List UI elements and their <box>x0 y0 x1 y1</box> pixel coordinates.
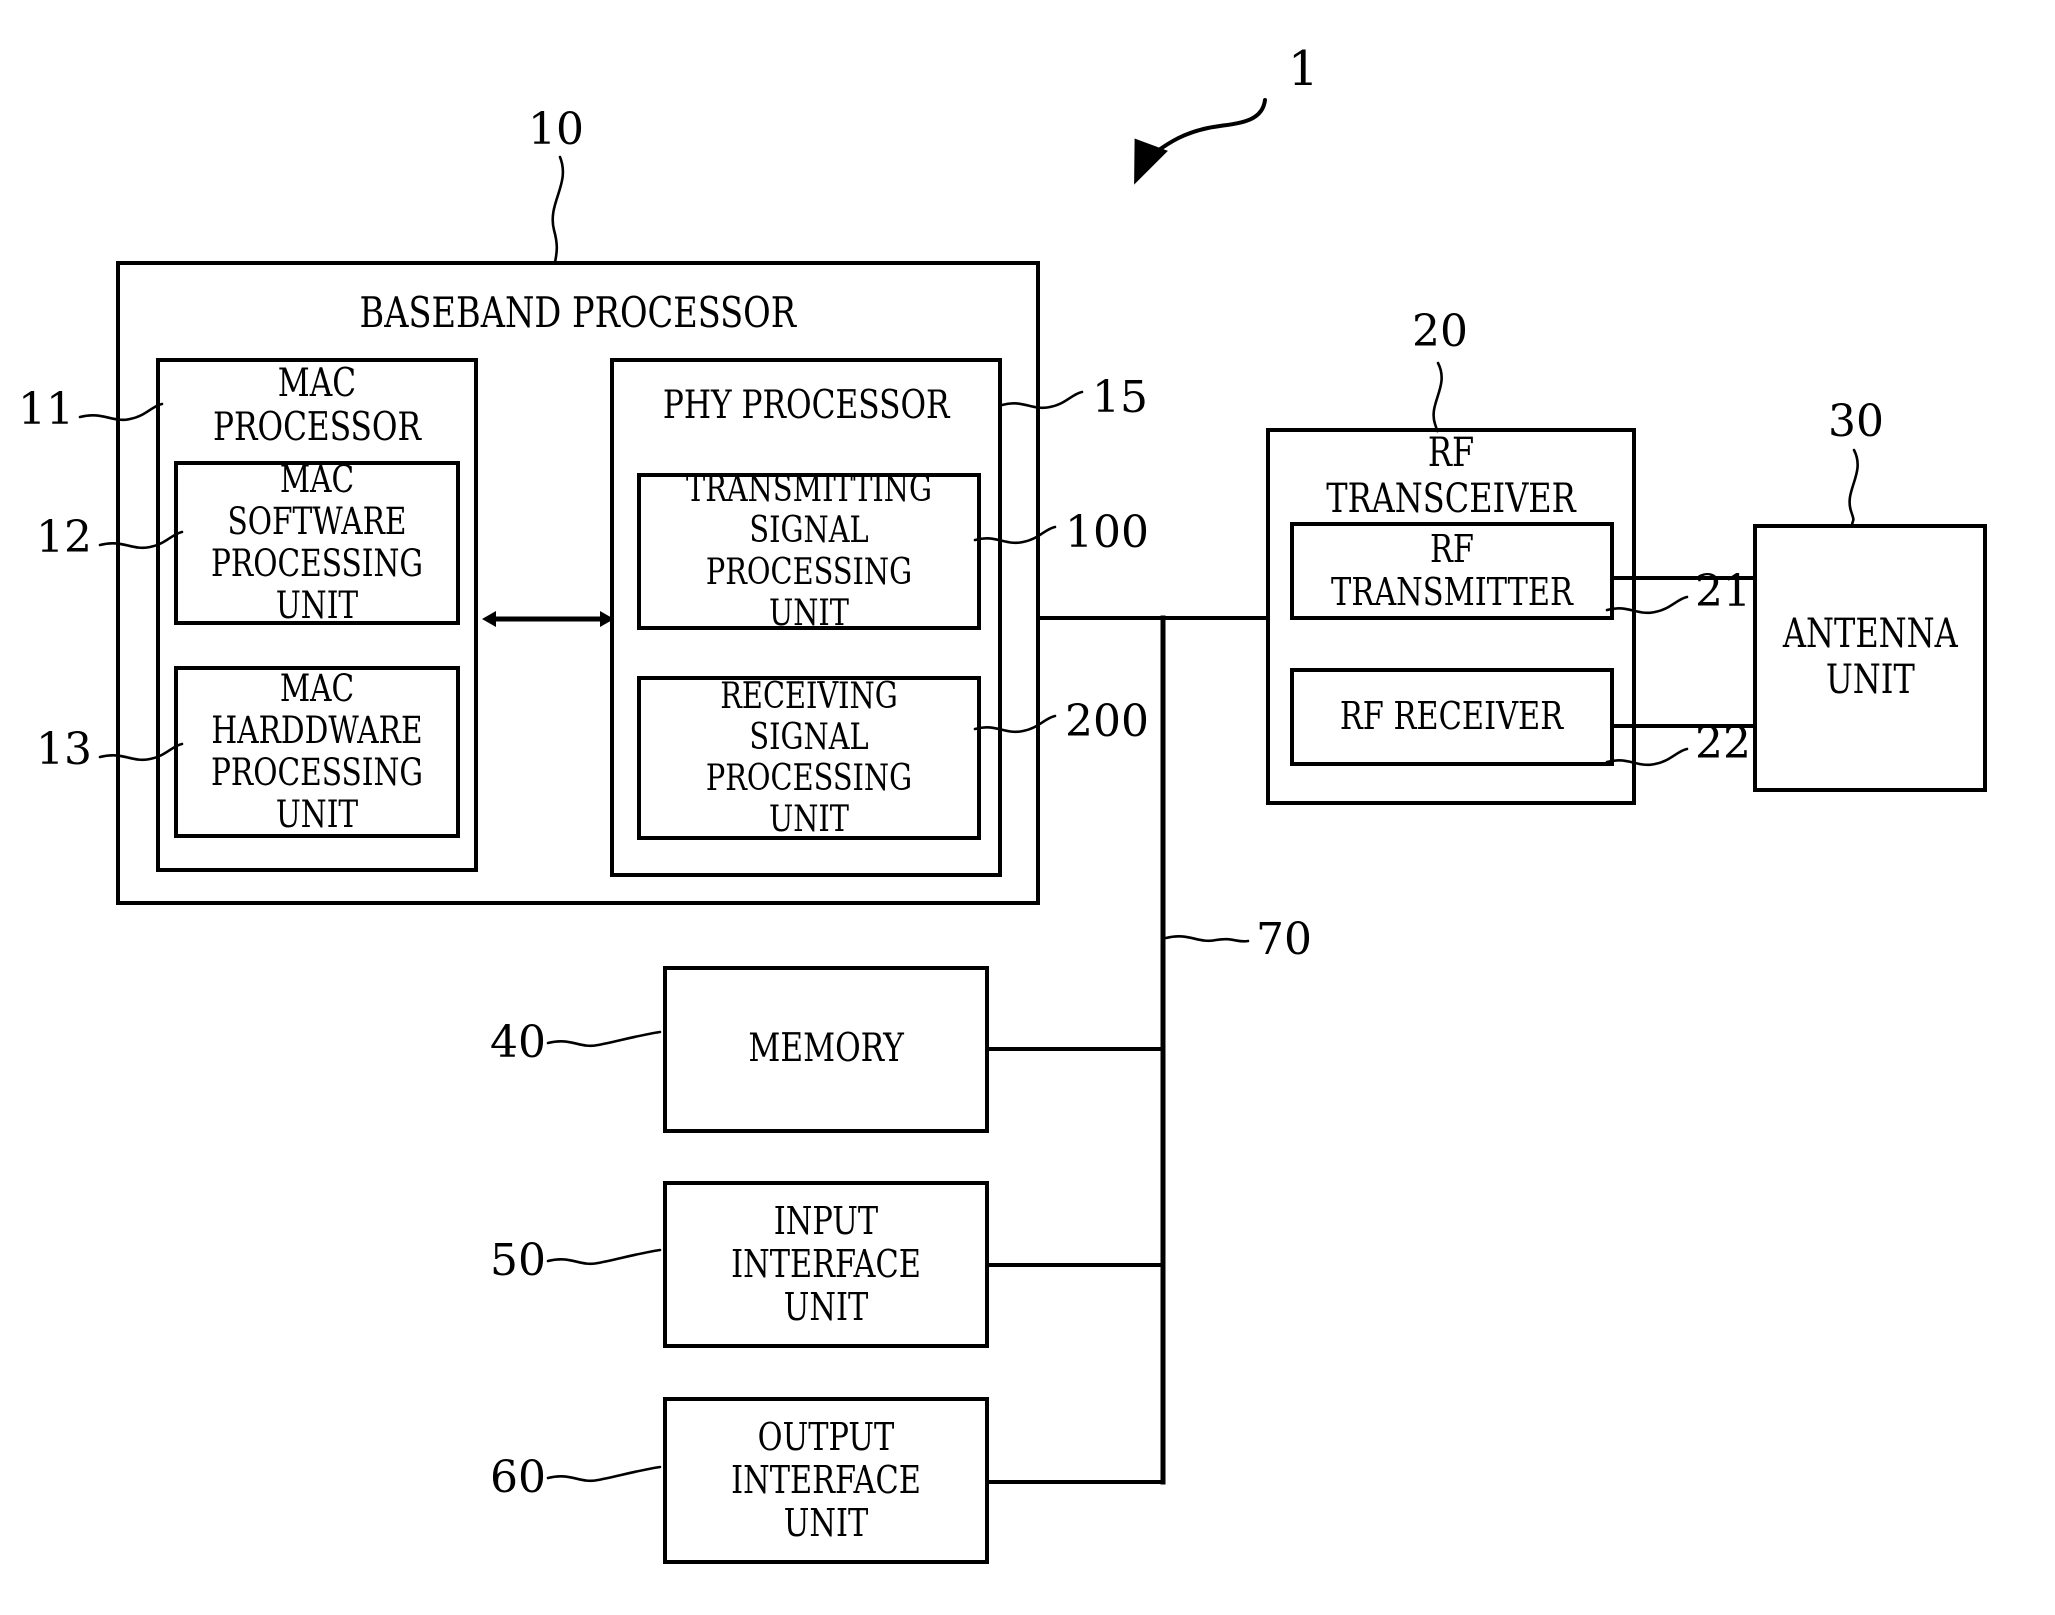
leader-30 <box>1848 448 1859 527</box>
rf-transmitter-box <box>1290 522 1614 620</box>
leader-21 <box>1605 595 1689 615</box>
mac-software-processing-unit-box <box>174 461 460 625</box>
leader-20 <box>1432 361 1443 433</box>
mac-processor-box <box>156 358 478 872</box>
leader-60 <box>546 1465 662 1483</box>
leader-50 <box>546 1248 662 1266</box>
leader-200 <box>973 714 1057 734</box>
antenna-unit-box <box>1753 524 1987 792</box>
rf-receiver-box <box>1290 668 1614 766</box>
patent-figure-canvas: 1 10 BASEBAND PROCESSOR 11 MAC PROCESSOR… <box>0 0 2055 1615</box>
leader-22 <box>1605 747 1689 767</box>
diagram-line-art <box>78 98 1987 1564</box>
leader-13 <box>98 742 184 762</box>
leader-40 <box>546 1030 662 1048</box>
transmitting-signal-processing-unit-box <box>637 473 981 630</box>
figure-pointer-arrowhead <box>1134 138 1168 185</box>
receiving-signal-processing-unit-box <box>637 676 981 840</box>
input-interface-unit-box <box>663 1181 989 1348</box>
leader-12 <box>98 530 184 550</box>
memory-box <box>663 966 989 1133</box>
leader-70 <box>1164 935 1250 943</box>
leader-15 <box>1000 390 1084 410</box>
mac-hardware-processing-unit-box <box>174 666 460 838</box>
leader-10 <box>551 155 565 265</box>
output-interface-unit-box <box>663 1397 989 1564</box>
figure-pointer-arrow <box>1154 98 1267 154</box>
leader-11 <box>78 402 164 422</box>
leader-100 <box>973 525 1057 545</box>
phy-processor-box <box>610 358 1002 877</box>
